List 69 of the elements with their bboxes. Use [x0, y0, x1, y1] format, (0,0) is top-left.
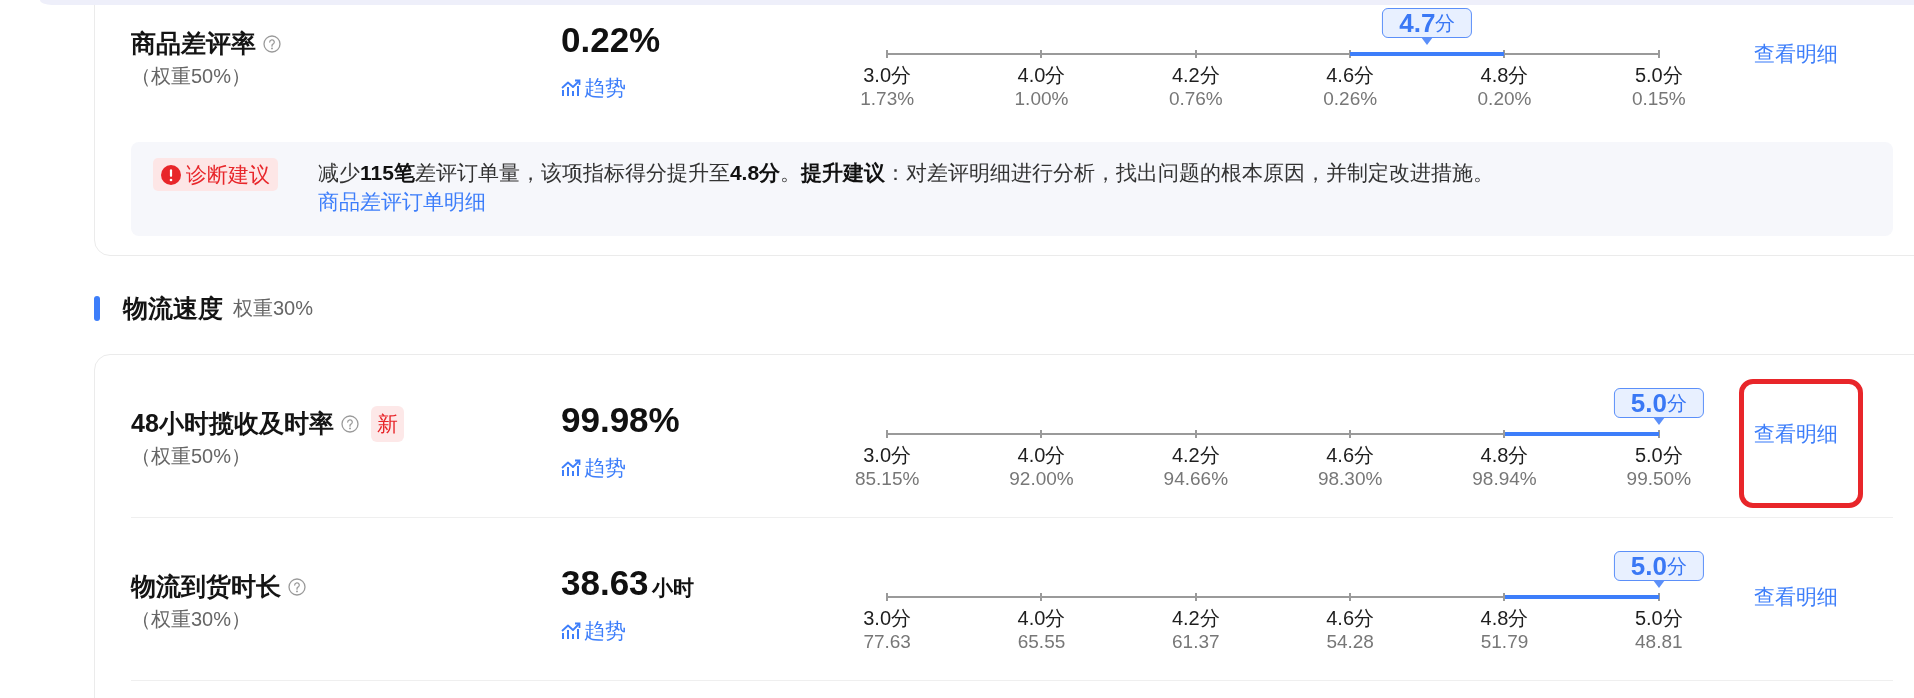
- metric-weight: （权重50%）: [131, 64, 252, 89]
- scale-label: 4.0分: [1017, 63, 1066, 87]
- diagnosis-text: 减少115笔差评订单量，该项指标得分提升至4.8分。提升建议：对差评明细进行分析，找出问题的根本原因，并制定改进措施。: [318, 160, 1495, 186]
- metric-weight: （权重30%）: [131, 607, 252, 632]
- scale-value: 54.28: [1326, 630, 1374, 654]
- detail-link[interactable]: 查看明细: [1754, 583, 1838, 611]
- value-unit: 小时: [651, 575, 694, 601]
- metric-value: 0.22%: [561, 19, 661, 61]
- section-title: 物流速度: [123, 293, 223, 324]
- scale-label: 5.0分: [1634, 63, 1683, 87]
- scale-label: 4.8分: [1480, 606, 1529, 630]
- help-icon[interactable]: [288, 577, 306, 596]
- new-badge: 新: [370, 405, 404, 442]
- trend-chart-icon: [561, 79, 581, 97]
- section-marker: [94, 296, 100, 321]
- scale-value: 98.30%: [1317, 467, 1383, 491]
- metric-value: 99.98%: [561, 399, 680, 441]
- scale-value: 51.79: [1480, 630, 1529, 654]
- scale-value: 92.00%: [1009, 467, 1074, 491]
- scale-value: 0.20%: [1477, 87, 1532, 111]
- metric-title: 48小时揽收及时率: [131, 408, 334, 439]
- trend-chart-icon: [561, 622, 581, 640]
- score-badge: 4.7分: [1382, 8, 1473, 38]
- trend-link[interactable]: 趋势: [561, 454, 626, 482]
- scale-value: 77.63: [863, 630, 911, 654]
- scale-value: 1.73%: [860, 87, 915, 111]
- metric-value: 38.63: [561, 562, 649, 604]
- scale-value: 99.50%: [1626, 467, 1692, 491]
- scale-label: 4.6分: [1326, 606, 1375, 630]
- scale-value: 0.76%: [1168, 87, 1223, 111]
- scale-label: 4.0分: [1017, 606, 1066, 630]
- scale-label: 4.8分: [1480, 63, 1529, 87]
- scale-value: 0.26%: [1323, 87, 1378, 111]
- alert-icon: [161, 164, 181, 185]
- scale-label: 3.0分: [863, 63, 912, 87]
- trend-link[interactable]: 趋势: [561, 74, 626, 102]
- scale-label: 4.6分: [1326, 63, 1375, 87]
- scale-value: 48.81: [1635, 630, 1683, 654]
- score-badge: 5.0分: [1613, 551, 1704, 581]
- metric-title: 商品差评率: [131, 28, 256, 59]
- detail-link[interactable]: 查看明细: [1754, 420, 1838, 448]
- section-weight: 权重30%: [233, 296, 314, 321]
- scale-label: 4.2分: [1171, 443, 1220, 467]
- scale-label: 5.0分: [1634, 443, 1683, 467]
- help-icon[interactable]: [263, 34, 281, 53]
- scale-label: 4.8分: [1480, 443, 1529, 467]
- tag-label: 诊断建议: [186, 162, 270, 188]
- scale-label: 3.0分: [863, 606, 912, 630]
- trend-link[interactable]: 趋势: [561, 617, 626, 645]
- scale-value: 98.94%: [1472, 467, 1537, 491]
- help-icon[interactable]: [340, 414, 359, 433]
- scale-value: 85.15%: [854, 467, 920, 491]
- scale-label: 4.2分: [1171, 606, 1220, 630]
- scale-value: 0.15%: [1631, 87, 1686, 111]
- scale-label: 4.2分: [1171, 63, 1220, 87]
- scale-value: 1.00%: [1014, 87, 1069, 111]
- scale-label: 4.6分: [1326, 443, 1375, 467]
- scale-label: 3.0分: [863, 443, 912, 467]
- detail-link[interactable]: 查看明细: [1754, 40, 1838, 68]
- trend-chart-icon: [561, 459, 581, 477]
- scale-value: 61.37: [1172, 630, 1220, 654]
- scale-label: 4.0分: [1017, 443, 1066, 467]
- scale-value: 94.66%: [1163, 467, 1229, 491]
- scale-value: 65.55: [1017, 630, 1066, 654]
- score-badge: 5.0分: [1613, 388, 1704, 418]
- metric-title: 物流到货时长: [131, 571, 281, 602]
- scale-label: 5.0分: [1634, 606, 1683, 630]
- detail-link[interactable]: 商品差评订单明细: [318, 187, 486, 216]
- metric-weight: （权重50%）: [131, 444, 252, 469]
